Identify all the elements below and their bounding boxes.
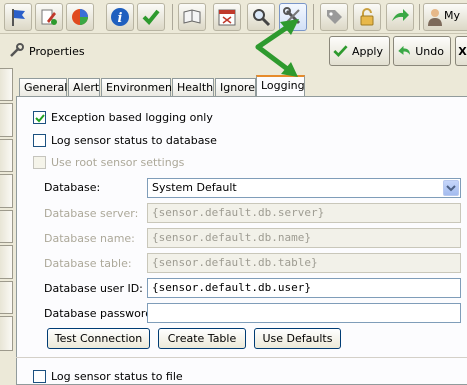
- database-name-label: Database name:: [44, 232, 135, 245]
- undo-arrow-icon: [398, 45, 410, 55]
- database-table-field[interactable]: {sensor.default.db.table}: [147, 253, 461, 273]
- checkmark-icon: [142, 9, 160, 25]
- log-to-database-checkbox[interactable]: Log sensor status to database: [33, 134, 217, 147]
- database-label: Database:: [44, 181, 101, 194]
- tag-icon: [327, 10, 342, 24]
- apply-label: Apply: [351, 44, 383, 58]
- undo-label: Undo: [415, 44, 444, 58]
- exception-based-checkbox[interactable]: Exception based logging only: [33, 111, 213, 124]
- database-server-field[interactable]: {sensor.default.db.server}: [147, 203, 461, 223]
- check-mark-icon: [35, 114, 45, 123]
- checkbox-box: [33, 370, 46, 383]
- toolbar-separator: [172, 4, 173, 30]
- database-select[interactable]: System Default: [147, 178, 461, 198]
- magnifier-icon: [253, 9, 271, 27]
- database-name-field[interactable]: {sensor.default.db.name}: [147, 228, 461, 248]
- side-handle[interactable]: [0, 316, 13, 351]
- info-button[interactable]: i: [106, 3, 134, 31]
- log-to-database-label: Log sensor status to database: [51, 134, 217, 147]
- check-button[interactable]: [137, 3, 165, 31]
- undo-button[interactable]: Undo: [393, 36, 451, 66]
- apply-button[interactable]: Apply: [329, 36, 390, 66]
- calendar-icon: [218, 9, 236, 26]
- pie-chart-icon: [72, 9, 88, 25]
- notebook-icon: [183, 9, 201, 24]
- side-handle[interactable]: [0, 139, 13, 172]
- calendar-button[interactable]: [213, 3, 241, 31]
- green-arrow-icon: [392, 9, 409, 21]
- notebook-button[interactable]: [178, 3, 206, 31]
- database-user-id-label: Database user ID:: [44, 282, 143, 295]
- green-check-icon: [333, 45, 348, 58]
- side-handle[interactable]: [0, 210, 13, 243]
- database-server-label: Database server:: [44, 207, 139, 220]
- flag-icon: [12, 9, 25, 26]
- toolbar-separator: [313, 4, 314, 30]
- edit-button[interactable]: [35, 3, 63, 31]
- checkbox-box: [33, 111, 46, 124]
- checkbox-box: [33, 134, 46, 147]
- chart-button[interactable]: [66, 3, 94, 31]
- svg-text:i: i: [118, 11, 123, 26]
- search-button[interactable]: [247, 3, 275, 31]
- left-side-strip: [0, 34, 14, 351]
- tab-health[interactable]: Health: [172, 78, 214, 96]
- log-to-file-label: Log sensor status to file: [51, 370, 183, 383]
- chevron-down-icon: [446, 185, 456, 192]
- side-handle[interactable]: [0, 281, 13, 314]
- side-handle[interactable]: [0, 174, 13, 208]
- tab-logging[interactable]: Logging: [256, 75, 305, 96]
- use-defaults-button[interactable]: Use Defaults: [254, 328, 341, 349]
- use-root-settings-label: Use root sensor settings: [51, 156, 185, 169]
- close-label: X: [458, 44, 467, 58]
- lock-button[interactable]: [353, 3, 381, 31]
- tab-environment[interactable]: Environment: [101, 78, 176, 96]
- user-label: My: [444, 9, 461, 22]
- tab-alert[interactable]: Alert: [68, 78, 100, 96]
- side-handle[interactable]: [0, 68, 13, 101]
- side-handle[interactable]: [0, 245, 13, 279]
- tools-button[interactable]: [279, 3, 307, 31]
- tag-button[interactable]: [320, 3, 348, 31]
- edit-wrench-icon: [41, 9, 57, 25]
- tab-general[interactable]: General: [19, 78, 67, 96]
- flag-button[interactable]: [4, 3, 32, 31]
- log-to-file-checkbox[interactable]: Log sensor status to file: [33, 370, 183, 383]
- checkbox-box: [33, 156, 46, 169]
- forward-button[interactable]: [386, 3, 414, 31]
- panel-title: Properties: [8, 42, 85, 60]
- padlock-icon: [360, 8, 374, 26]
- database-user-id-field[interactable]: {sensor.default.db.user}: [147, 278, 461, 298]
- panel-title-text: Properties: [29, 44, 85, 58]
- exception-based-label: Exception based logging only: [51, 111, 213, 124]
- toolbar-separator: [419, 4, 420, 30]
- user-button[interactable]: My: [423, 3, 467, 31]
- use-root-settings-checkbox[interactable]: Use root sensor settings: [33, 156, 184, 169]
- database-selected-value: System Default: [152, 181, 237, 194]
- info-icon: i: [111, 8, 129, 26]
- database-password-field[interactable]: [147, 303, 461, 323]
- main-toolbar: i My: [0, 0, 467, 34]
- tab-ignore[interactable]: Ignore: [215, 78, 256, 96]
- database-table-label: Database table:: [44, 257, 132, 270]
- side-handle[interactable]: [0, 103, 13, 137]
- create-table-button[interactable]: Create Table: [158, 328, 246, 349]
- dropdown-button[interactable]: [443, 180, 459, 196]
- section-divider: [16, 357, 467, 358]
- test-connection-button[interactable]: Test Connection: [47, 328, 150, 349]
- wrench-screwdriver-icon: [283, 7, 301, 25]
- close-button[interactable]: X: [455, 36, 467, 66]
- database-password-label: Database password:: [44, 307, 156, 320]
